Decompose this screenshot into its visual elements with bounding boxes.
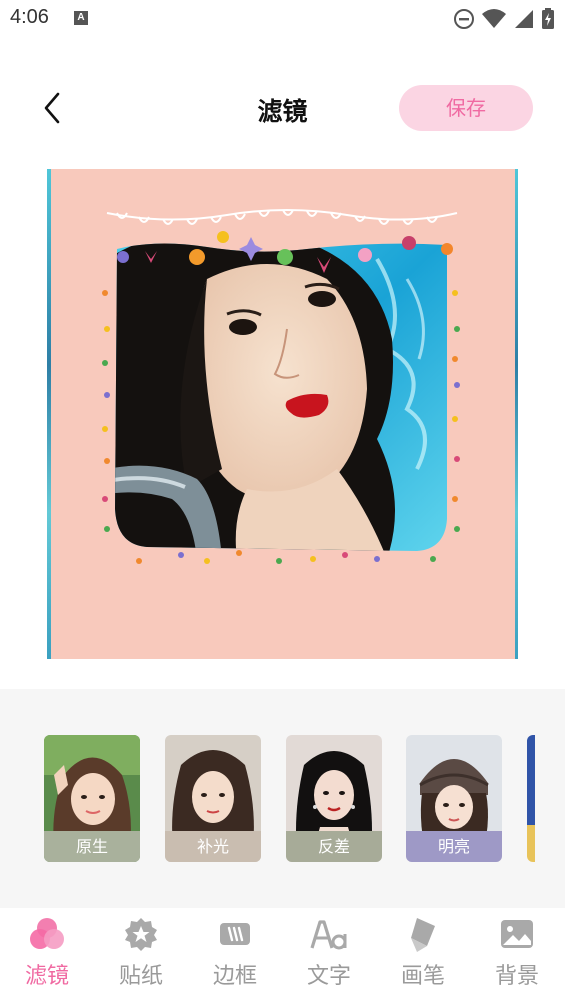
filter-item-fill-light[interactable]: 补光 <box>165 735 261 862</box>
nav-label: 背景 <box>494 964 539 989</box>
status-bar: 4:06 A <box>0 0 565 40</box>
frame-icon <box>220 923 250 945</box>
filter-label: 补光 <box>165 831 261 862</box>
edit-canvas[interactable] <box>47 169 518 659</box>
nav-item-background[interactable]: 背景 <box>470 908 564 1004</box>
nav-item-brush[interactable]: 画笔 <box>376 908 470 1004</box>
filter-icon <box>30 918 64 949</box>
nav-label: 滤镜 <box>24 964 69 989</box>
filter-label: 明亮 <box>406 831 502 862</box>
status-icons <box>453 8 555 30</box>
filter-thumbnail <box>527 735 535 862</box>
do-not-disturb-icon <box>454 9 474 29</box>
save-button[interactable]: 保存 <box>399 85 533 131</box>
cell-signal-icon <box>515 10 533 28</box>
brush-icon <box>411 918 435 952</box>
nav-item-filter[interactable]: 滤镜 <box>0 908 94 1004</box>
filter-item-partial[interactable] <box>527 735 535 862</box>
filter-item-bright[interactable]: 明亮 <box>406 735 502 862</box>
wifi-icon <box>482 9 506 28</box>
background-icon <box>501 920 533 948</box>
filter-item-contrast[interactable]: 反差 <box>286 735 382 862</box>
nav-label: 画笔 <box>400 964 445 989</box>
filter-label: 反差 <box>286 831 382 862</box>
text-icon <box>310 920 347 950</box>
nav-label: 贴纸 <box>118 964 163 989</box>
nav-item-frame[interactable]: 边框 <box>188 908 282 1004</box>
nav-label: 文字 <box>306 964 351 989</box>
nav-item-text[interactable]: 文字 <box>282 908 376 1004</box>
status-time: 4:06 <box>10 6 49 28</box>
nav-item-sticker[interactable]: 贴纸 <box>94 908 188 1004</box>
sticker-icon <box>125 918 157 951</box>
filter-label: 原生 <box>44 831 140 862</box>
notification-icon: A <box>74 11 88 25</box>
filter-item-original[interactable]: 原生 <box>44 735 140 862</box>
nav-label: 边框 <box>212 964 257 989</box>
top-bar: 滤镜 保存 <box>0 78 565 138</box>
photo-with-frame[interactable] <box>47 169 518 659</box>
battery-icon <box>542 8 554 29</box>
filter-panel: 原生 补光 反差 明亮 <box>0 689 565 908</box>
bottom-nav: 滤镜 贴纸 边框 文字 画笔 背景 <box>0 908 565 1004</box>
